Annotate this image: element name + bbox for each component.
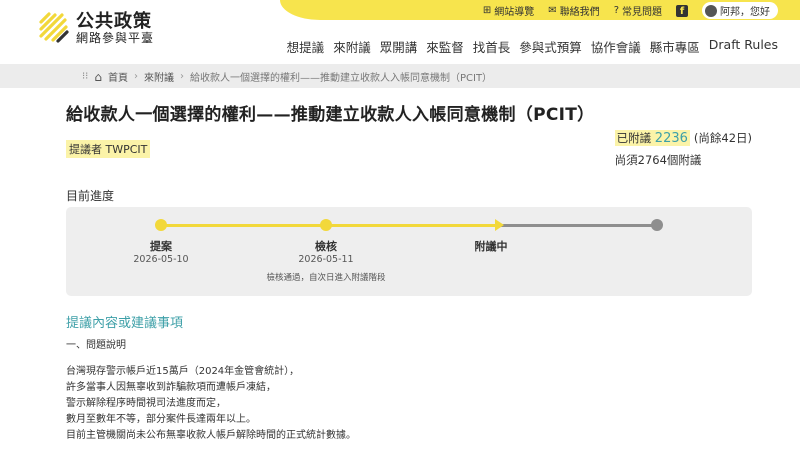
site-header: 公共政策 網路參與平臺 ⊞ 網站導覽 ✉ 聯絡我們 ? 常見問題 f 阿邦，您好 <box>0 0 800 64</box>
content-line: 目前主管機關尚未公布無辜收款人帳戶解除時間的正式統計數據。 <box>66 430 356 441</box>
breadcrumb-section[interactable]: 來附議 <box>144 69 174 84</box>
nav-meetings[interactable]: 協作會議 <box>591 37 641 56</box>
nav-budget[interactable]: 參與式預算 <box>519 37 582 56</box>
nav-discuss[interactable]: 眾開講 <box>380 37 418 56</box>
step-dot-propose <box>155 219 167 231</box>
step-name-propose: 提案 <box>150 240 172 253</box>
breadcrumb-current: 給收款人一個選擇的權利——推動建立收款人入帳同意機制（PCIT） <box>189 73 493 84</box>
content-line: 數月至數年不等，部分案件長達兩年以上。 <box>66 414 256 425</box>
contact-label: 聯絡我們 <box>559 7 600 18</box>
contact-link[interactable]: ✉ 聯絡我們 <box>548 3 599 18</box>
user-greeting: 阿邦，您好 <box>720 7 770 18</box>
page-title: 給收款人一個選擇的權利——推動建立收款人入帳同意機制（PCIT） <box>66 105 595 125</box>
step-name-endorsing: 附議中 <box>474 240 508 253</box>
mail-icon: ✉ <box>548 5 557 16</box>
nav-draft-rules[interactable]: Draft Rules <box>709 37 778 56</box>
breadcrumb: ⁝⁝ ⌂ 首頁 › 來附議 › 給收款人一個選擇的權利——推動建立收款人入帳同意… <box>0 64 800 88</box>
question-icon: ? <box>613 5 619 16</box>
brand-title: 公共政策 <box>76 11 152 32</box>
utility-bar: ⊞ 網站導覽 ✉ 聯絡我們 ? 常見問題 f 阿邦，您好 <box>280 0 800 20</box>
content-line: 警示解除程序時間視司法進度而定， <box>66 398 226 409</box>
step-dot-end <box>651 219 663 231</box>
endorsement-stats: 已附議 2236 (尚餘42日) 尚須2764個附議 <box>614 130 752 168</box>
site-logo[interactable]: 公共政策 網路參與平臺 <box>38 12 154 45</box>
user-menu[interactable]: 阿邦，您好 <box>702 2 778 19</box>
brand-subtitle: 網路參與平臺 <box>76 30 155 45</box>
home-icon[interactable]: ⌂ <box>94 70 102 84</box>
step-date-propose: 2026-05-10 <box>133 254 189 265</box>
needed-count: 尚須2764個附議 <box>614 153 702 167</box>
avatar <box>705 4 717 17</box>
signed-count: 2236 <box>654 131 688 146</box>
content-line: 台灣現存警示帳戶近15萬戶（2024年金管會統計）， <box>66 366 300 377</box>
nav-officials[interactable]: 找首長 <box>473 37 511 56</box>
signed-label-text: 已附議 <box>616 131 652 145</box>
step-date-review: 2026-05-11 <box>298 254 354 265</box>
nav-supervise[interactable]: 來監督 <box>426 37 464 56</box>
step-dot-review <box>320 219 332 231</box>
breadcrumb-separator-icon: › <box>179 71 184 82</box>
sitemap-link[interactable]: ⊞ 網站導覽 <box>483 3 534 18</box>
sitemap-icon: ⊞ <box>482 5 492 16</box>
proposer-label: 提議者 TWPCIT <box>66 140 151 158</box>
nav-counties[interactable]: 縣市專區 <box>650 37 700 56</box>
content-line: 一、問題說明 <box>66 340 126 351</box>
facebook-icon[interactable]: f <box>676 4 688 17</box>
sitemap-label: 網站導覽 <box>494 7 535 18</box>
breadcrumb-separator-icon: › <box>133 71 138 82</box>
step-name-review: 檢核 <box>315 240 337 253</box>
step-note-review: 檢核通過，自次日進入附議階段 <box>266 273 386 283</box>
progress-line-remaining <box>501 224 656 227</box>
remaining-days: (尚餘42日) <box>693 131 752 145</box>
breadcrumb-home[interactable]: 首頁 <box>108 69 128 84</box>
facebook-glyph: f <box>679 5 685 17</box>
logo-mark-icon <box>38 12 70 44</box>
faq-link[interactable]: ? 常見問題 <box>614 3 662 18</box>
nav-endorse[interactable]: 來附議 <box>333 37 371 56</box>
faq-label: 常見問題 <box>622 7 662 18</box>
grid-dots-icon: ⁝⁝ <box>82 71 89 82</box>
progress-tracker: 提案 2026-05-10 檢核 2026-05-11 檢核通過，自次日進入附議… <box>66 207 752 296</box>
nav-propose[interactable]: 想提議 <box>287 37 325 56</box>
progress-heading: 目前進度 <box>66 189 115 203</box>
signed-label: 已附議 2236 <box>614 130 690 146</box>
proposal-content: 一、問題說明 台灣現存警示帳戶近15萬戶（2024年金管會統計）， 許多當事人因… <box>66 338 356 444</box>
main-nav: 想提議 來附議 眾開講 來監督 找首長 參與式預算 協作會議 縣市專區 Draf… <box>287 37 778 56</box>
step-arrow-current-icon <box>495 219 504 231</box>
content-heading: 提議內容或建議事項 <box>66 316 184 331</box>
content-line: 許多當事人因無辜收到詐騙款項而遭帳戶凍結， <box>66 382 276 393</box>
